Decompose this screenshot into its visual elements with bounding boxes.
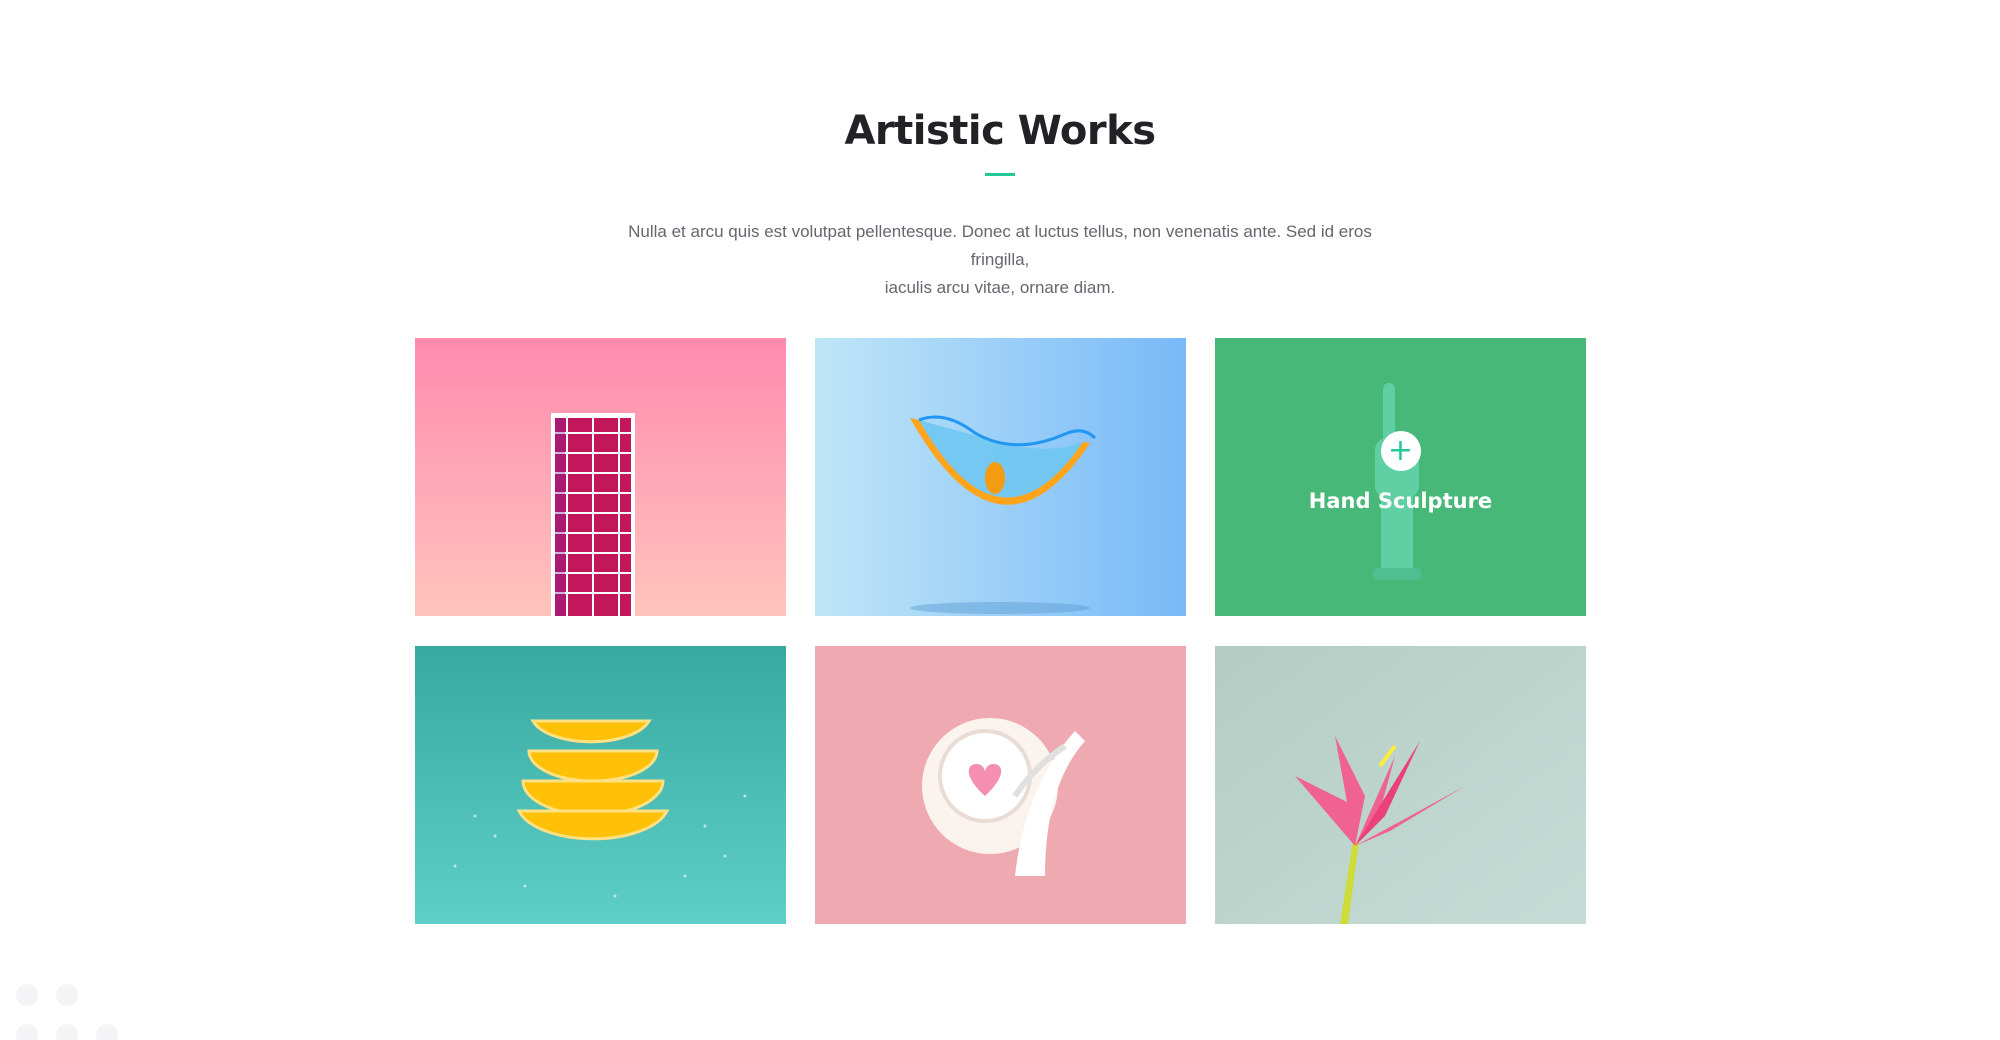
dot xyxy=(16,1024,38,1040)
gallery-item-fishbowl[interactable] xyxy=(815,338,1186,616)
description-line-2: iaculis arcu vitae, ornare diam. xyxy=(884,278,1116,297)
description-line-1: Nulla et arcu quis est volutpat pellente… xyxy=(628,222,1372,269)
gallery-item-lemons[interactable] xyxy=(415,646,786,924)
flower-image xyxy=(1215,646,1586,924)
gallery-item-flower[interactable] xyxy=(1215,646,1586,924)
gallery-item-building[interactable] xyxy=(415,338,786,616)
item-title[interactable]: Hand Sculpture xyxy=(1309,489,1492,513)
section-title: Artistic Works xyxy=(844,108,1156,154)
dot xyxy=(56,984,78,1006)
section-description: Nulla et arcu quis est volutpat pellente… xyxy=(600,218,1400,302)
dot xyxy=(16,984,38,1006)
dot xyxy=(96,1024,118,1040)
gallery-item-teacup[interactable] xyxy=(815,646,1186,924)
artistic-works-section: Artistic Works Nulla et arcu quis est vo… xyxy=(0,0,2000,1040)
lemons-image xyxy=(415,646,786,924)
title-divider xyxy=(985,173,1015,176)
hover-overlay: + Hand Sculpture xyxy=(1215,338,1586,616)
gallery-item-hand-sculpture[interactable]: + Hand Sculpture xyxy=(1215,338,1586,616)
fishbowl-image xyxy=(815,338,1186,616)
plus-icon[interactable]: + xyxy=(1380,431,1421,471)
dot xyxy=(56,1024,78,1040)
building-image xyxy=(415,338,786,616)
teacup-image xyxy=(815,646,1186,924)
